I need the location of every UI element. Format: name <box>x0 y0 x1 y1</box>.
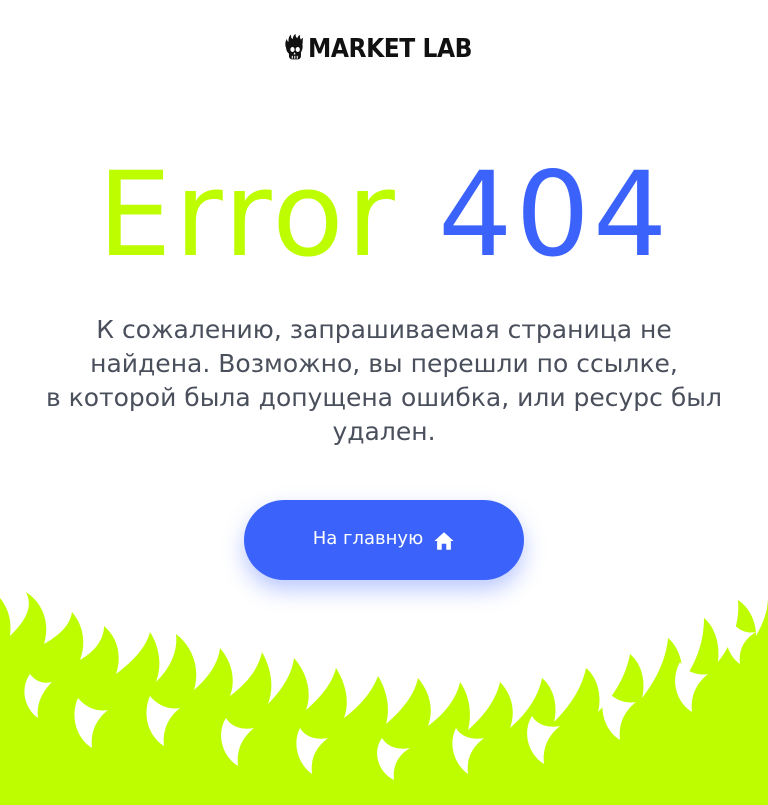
message-line: в которой была допущена ошибка, или ресу… <box>45 383 722 412</box>
error-headline: Error 404 <box>0 150 768 280</box>
flames-decoration <box>0 592 768 805</box>
error-code: 404 <box>438 146 671 283</box>
flaming-skull-icon <box>285 33 304 60</box>
message-line: К сожалению, запрашиваемая страница не <box>96 315 672 344</box>
error-message: К сожалению, запрашиваемая страница не н… <box>30 313 738 449</box>
home-button-label: На главную <box>312 527 424 549</box>
error-word: Error <box>97 146 398 283</box>
message-line: удален. <box>332 417 436 446</box>
home-icon <box>434 532 454 550</box>
brand-name: MARKET LAB <box>307 34 472 64</box>
logo[interactable]: MARKET LAB <box>284 10 490 84</box>
home-button[interactable]: На главную <box>244 500 524 580</box>
message-line: найдена. Возможно, вы перешли по ссылке, <box>90 349 678 378</box>
